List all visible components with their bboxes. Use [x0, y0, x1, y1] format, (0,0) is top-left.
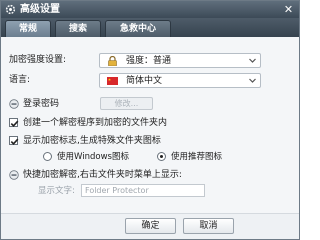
- radio-windows-label: 使用Windows图标: [57, 152, 129, 162]
- create-decrypt-label: 创建一个解密程序到加密的文件夹内: [23, 118, 168, 128]
- tab-general[interactable]: 常规: [5, 20, 51, 37]
- language-label: 语言:: [9, 75, 31, 85]
- quick-encrypt-label: 快捷加密解密,右击文件夹时菜单上显示:: [23, 170, 182, 180]
- show-marker-label: 显示加密标志,生成特殊文件夹图标: [23, 136, 161, 146]
- display-text-input[interactable]: Folder Protector: [81, 184, 205, 197]
- general-panel: 加密强度设置: 强度：普通 语言: 简体中文 登录密码 修改... 创建一个解密…: [1, 37, 299, 213]
- chevron-down-icon: [249, 58, 256, 63]
- language-value: 简体中文: [126, 76, 163, 86]
- chevron-down-icon: [249, 78, 256, 83]
- encryption-strength-label: 加密强度设置:: [9, 55, 67, 65]
- encryption-strength-select[interactable]: 强度：普通: [99, 53, 261, 68]
- language-select[interactable]: 简体中文: [99, 73, 261, 88]
- cancel-button[interactable]: 取消: [183, 218, 234, 234]
- tab-bar: 常规 搜索 急救中心: [1, 18, 299, 37]
- radio-windows-icon-option[interactable]: [43, 152, 52, 161]
- collapse-toggle-icon[interactable]: [9, 99, 19, 109]
- modify-password-button[interactable]: 修改...: [100, 97, 153, 110]
- show-marker-checkbox[interactable]: [9, 136, 19, 145]
- ok-button[interactable]: 确定: [125, 218, 176, 234]
- encryption-strength-value: 强度：普通: [126, 56, 172, 66]
- checkmark-icon: [10, 120, 19, 127]
- lock-icon: [108, 56, 117, 66]
- login-password-label: 登录密码: [23, 99, 60, 109]
- title-bar: 高级设置 ✕: [1, 1, 299, 18]
- radio-recommended-label: 使用推荐图标: [171, 152, 223, 162]
- settings-gear-icon: [5, 4, 16, 15]
- close-button[interactable]: ✕: [282, 3, 295, 16]
- china-flag-icon: [107, 77, 118, 85]
- advanced-settings-window: 高级设置 ✕ 常规 搜索 急救中心 加密强度设置: 强度：普通 语言: 简体中文…: [0, 0, 300, 240]
- collapse-toggle-icon[interactable]: [9, 170, 19, 180]
- tab-emergency-center[interactable]: 急救中心: [105, 20, 171, 37]
- tab-search[interactable]: 搜索: [55, 20, 101, 37]
- display-text-label: 显示文字:: [38, 186, 75, 196]
- create-decrypt-checkbox[interactable]: [9, 118, 19, 127]
- radio-recommended-icon-option[interactable]: [157, 152, 166, 161]
- window-title: 高级设置: [20, 4, 60, 15]
- checkmark-icon: [10, 138, 19, 145]
- dialog-footer: 确定 取消: [1, 214, 299, 239]
